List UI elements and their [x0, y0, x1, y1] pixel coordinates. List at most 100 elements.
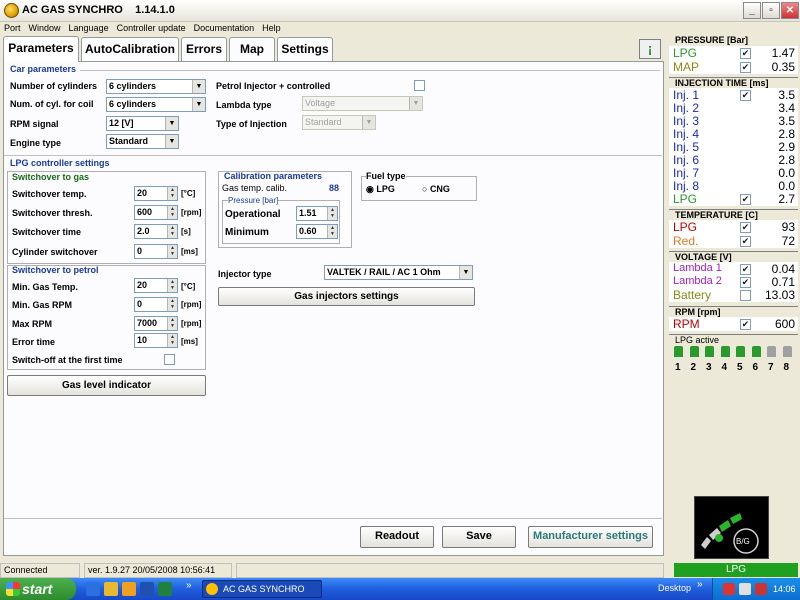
menu-window[interactable]: Window [25, 22, 65, 35]
tray-icon-3[interactable] [755, 583, 767, 595]
temp-red-label: Red. [673, 234, 699, 248]
coil-select[interactable]: 6 cylinders ▼ [106, 97, 206, 112]
spin-arrows-icon[interactable]: ▲ ▼ [167, 298, 177, 311]
close-button[interactable]: ✕ [781, 2, 799, 19]
lambda1-checkbox[interactable]: ✔ [740, 264, 751, 275]
tray-icon-1[interactable] [723, 583, 735, 595]
manufacturer-settings-button[interactable]: Manufacturer settings [528, 526, 653, 548]
injector-active-icon [751, 346, 761, 357]
spin-arrows-icon[interactable]: ▲ ▼ [167, 317, 177, 330]
temp-lpg-checkbox[interactable]: ✔ [740, 222, 751, 233]
spin-arrows-icon[interactable]: ▲ ▼ [167, 187, 177, 200]
tab-settings[interactable]: Settings [277, 37, 333, 61]
tab-map[interactable]: Map [229, 37, 275, 61]
excel-icon[interactable] [158, 582, 172, 596]
lambda1-value: 0.04 [771, 262, 795, 276]
cylinder-switchover-input[interactable]: 0 ▲ ▼ [134, 244, 178, 259]
spin-arrows-icon[interactable]: ▲ ▼ [327, 207, 337, 220]
injector-number: 5 [737, 362, 743, 373]
rpm-signal-select[interactable]: 12 [V] ▼ [106, 116, 179, 131]
lambda2-checkbox[interactable]: ✔ [740, 277, 751, 288]
lambda1-row: Lambda 1 ✔ 0.04 [673, 262, 795, 276]
injection-checkbox[interactable]: ✔ [740, 194, 751, 205]
quicklaunch-more-icon[interactable]: » [186, 580, 192, 591]
fuel-gauge-icon [701, 513, 759, 554]
spin-arrows-icon[interactable]: ▲ ▼ [167, 245, 177, 258]
injection-row: Inj. 6 2.8 [673, 153, 795, 167]
maximize-button[interactable]: ▫ [762, 2, 780, 19]
menu-port[interactable]: Port [0, 22, 25, 35]
folder-icon[interactable] [104, 582, 118, 596]
tab-parameters[interactable]: Parameters [3, 36, 79, 62]
injection-row: Inj. 7 0.0 [673, 166, 795, 180]
injector-number: 3 [706, 362, 712, 373]
injection-type-select[interactable]: Standard ▼ [302, 115, 376, 130]
menu-language[interactable]: Language [65, 22, 113, 35]
unit-label: [s] [181, 227, 191, 236]
operational-input[interactable]: 1.51 ▲ ▼ [296, 206, 338, 221]
tray-icon-2[interactable] [739, 583, 751, 595]
min-gas-temp-input[interactable]: 20 ▲ ▼ [134, 278, 178, 293]
injector-type-select[interactable]: VALTEK / RAIL / AC 1 Ohm ▼ [324, 265, 473, 280]
spin-arrows-icon[interactable]: ▲ ▼ [167, 206, 177, 219]
injection-label: Inj. 4 [673, 127, 700, 141]
menu-documentation[interactable]: Documentation [190, 22, 259, 35]
unit-label: [rpm] [181, 208, 202, 217]
word-icon[interactable] [140, 582, 154, 596]
tab-autocalibration[interactable]: AutoCalibration [81, 37, 179, 61]
fuel-cng-radio[interactable]: ○ CNG [422, 184, 450, 194]
lambda-type-select[interactable]: Voltage ▼ [302, 96, 423, 111]
save-button[interactable]: Save [442, 526, 516, 548]
injection-value: 0.0 [778, 166, 795, 180]
error-time-input[interactable]: 10 ▲ ▼ [134, 333, 178, 348]
pressure-lpg-checkbox[interactable]: ✔ [740, 48, 751, 59]
injection-value: 3.4 [778, 101, 795, 115]
injection-checkbox[interactable]: ✔ [740, 90, 751, 101]
help-icon[interactable]: ¡ [639, 39, 661, 59]
fuel-lpg-radio[interactable]: ◉ LPG [366, 184, 395, 195]
cylinders-label: Number of cylinders [10, 81, 98, 91]
ie-icon[interactable] [86, 582, 100, 596]
switchover-time-input[interactable]: 2.0 ▲ ▼ [134, 224, 178, 239]
readout-button[interactable]: Readout [360, 526, 434, 548]
pressure-lpg-row: LPG ✔ 1.47 [673, 46, 795, 60]
spin-arrows-icon[interactable]: ▲ ▼ [167, 279, 177, 292]
minimize-button[interactable]: _ [743, 2, 761, 19]
spin-arrows-icon[interactable]: ▲ ▼ [327, 225, 337, 238]
spin-arrows-icon[interactable]: ▲ ▼ [167, 225, 177, 238]
media-icon[interactable] [122, 582, 136, 596]
min-gas-rpm-input[interactable]: 0 ▲ ▼ [134, 297, 178, 312]
switch-off-checkbox[interactable] [164, 354, 175, 365]
lpg-settings-title: LPG controller settings [10, 158, 110, 168]
injector-active-icon [767, 346, 776, 357]
taskbar-app-button[interactable]: AC GAS SYNCHRO [202, 580, 322, 598]
desktop-more-icon[interactable]: » [697, 579, 703, 590]
petrol-injector-label: Petrol Injector + controlled [216, 81, 331, 91]
max-rpm-input[interactable]: 7000 ▲ ▼ [134, 316, 178, 331]
gas-injectors-settings-button[interactable]: Gas injectors settings [218, 287, 475, 306]
battery-checkbox[interactable] [740, 290, 751, 301]
pressure-map-checkbox[interactable]: ✔ [740, 62, 751, 73]
spin-arrows-icon[interactable]: ▲ ▼ [167, 334, 177, 347]
desktop-toolbar[interactable]: Desktop [658, 583, 691, 593]
switchover-petrol-title: Switchover to petrol [12, 265, 99, 275]
min-gas-temp-label: Min. Gas Temp. [12, 282, 78, 292]
switchover-temp-input[interactable]: 20 ▲ ▼ [134, 186, 178, 201]
cylinders-select[interactable]: 6 cylinders ▼ [106, 79, 206, 94]
system-tray: 14:06 [712, 578, 800, 600]
menu-help[interactable]: Help [258, 22, 285, 35]
max-rpm-label: Max RPM [12, 319, 53, 329]
rpm-checkbox[interactable]: ✔ [740, 319, 751, 330]
minimum-input[interactable]: 0.60 ▲ ▼ [296, 224, 338, 239]
petrol-injector-checkbox[interactable] [414, 80, 425, 91]
switchover-thresh-input[interactable]: 600 ▲ ▼ [134, 205, 178, 220]
injection-label: Inj. 5 [673, 140, 700, 154]
tab-errors[interactable]: Errors [181, 37, 227, 61]
pressure-title: Pressure [bar] [228, 196, 279, 205]
switchover-time-label: Switchover time [12, 227, 82, 237]
lpg-status-bar: LPG [674, 563, 798, 577]
temp-red-checkbox[interactable]: ✔ [740, 236, 751, 247]
gas-level-button[interactable]: Gas level indicator [7, 375, 206, 396]
menu-controller-update[interactable]: Controller update [113, 22, 190, 35]
engine-type-select[interactable]: Standard ▼ [106, 134, 179, 149]
